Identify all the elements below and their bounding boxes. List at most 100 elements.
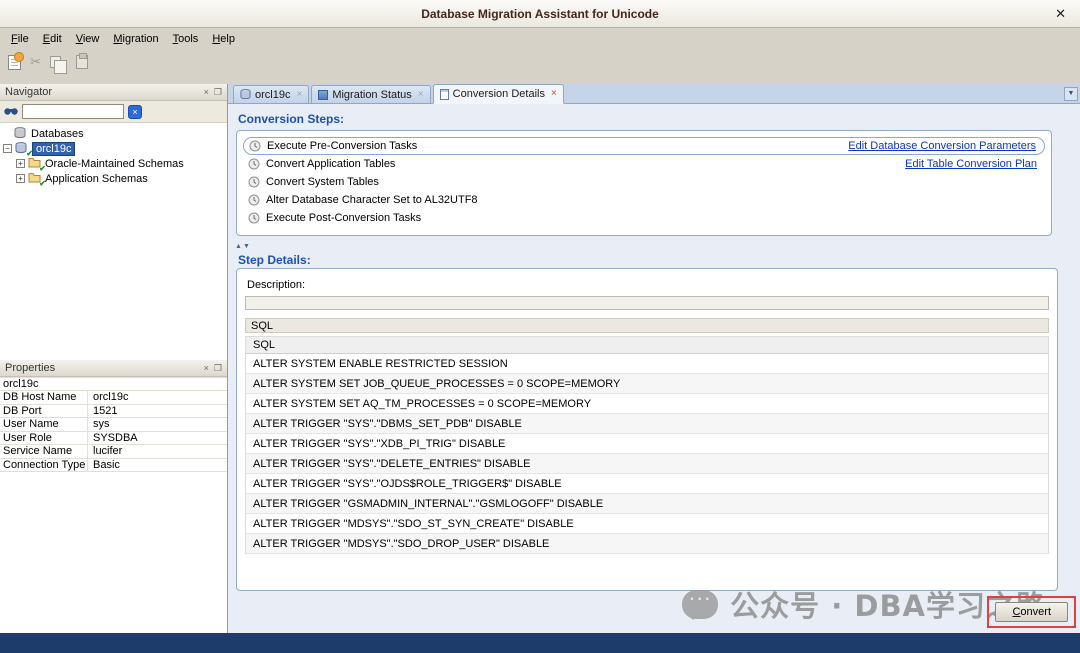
step-row-convert-system-tables[interactable]: Convert System Tables (243, 173, 1045, 191)
step-row-pre-conversion[interactable]: Execute Pre-Conversion Tasks Edit Databa… (243, 137, 1045, 155)
green-check-icon: ✔ (39, 179, 46, 188)
conversion-steps-box: Execute Pre-Conversion Tasks Edit Databa… (236, 130, 1052, 236)
sql-row[interactable]: ALTER SYSTEM SET AQ_TM_PROCESSES = 0 SCO… (246, 394, 1048, 414)
document-tab-icon (440, 89, 449, 100)
window-close-icon[interactable]: ✕ (1055, 6, 1066, 22)
step-label: Convert System Tables (266, 176, 379, 188)
step-row-convert-application-tables[interactable]: Convert Application Tables Edit Table Co… (243, 155, 1045, 173)
step-row-post-conversion[interactable]: Execute Post-Conversion Tasks (243, 209, 1045, 227)
tab-close-icon[interactable]: × (418, 90, 424, 100)
clear-search-icon[interactable]: × (128, 105, 142, 119)
menu-edit[interactable]: Edit (36, 31, 69, 47)
tree-node-oracle-schemas[interactable]: + ✔ Oracle-Maintained Schemas (0, 156, 227, 171)
property-value: 1521 (88, 405, 117, 417)
tab-close-icon[interactable]: × (296, 90, 302, 100)
property-label: DB Port (0, 405, 88, 418)
sql-table: SQL ALTER SYSTEM ENABLE RESTRICTED SESSI… (245, 336, 1049, 554)
description-input[interactable] (245, 296, 1049, 310)
sql-row[interactable]: ALTER TRIGGER "SYS"."XDB_PI_TRIG" DISABL… (246, 434, 1048, 454)
pending-clock-icon (248, 194, 260, 206)
navigator-restore-icon[interactable]: ❐ (214, 88, 222, 97)
pending-clock-icon (248, 212, 260, 224)
tree-node-orcl19c[interactable]: − ✔ orcl19c (0, 141, 227, 156)
sql-row[interactable]: ALTER SYSTEM ENABLE RESTRICTED SESSION (246, 354, 1048, 374)
sql-column-header[interactable]: SQL (246, 337, 1048, 354)
app-window: Database Migration Assistant for Unicode… (0, 0, 1080, 653)
cut-icon[interactable]: ✂ (30, 55, 41, 69)
property-row: User Role SYSDBA (0, 432, 227, 446)
menu-view[interactable]: View (69, 31, 107, 47)
tree-node-application-schemas[interactable]: + ✔ Application Schemas (0, 171, 227, 186)
properties-restore-icon[interactable]: ❐ (214, 364, 222, 373)
toolbar: ✂ (0, 49, 1080, 75)
tab-orcl19c[interactable]: orcl19c × (233, 85, 309, 103)
properties-header: Properties × ❐ (0, 360, 227, 377)
navigator-close-icon[interactable]: × (204, 88, 209, 97)
splitter-up-icon[interactable]: ▲ (235, 243, 243, 250)
sql-row[interactable]: ALTER TRIGGER "MDSYS"."SDO_ST_SYN_CREATE… (246, 514, 1048, 534)
step-details-box: Description: SQL SQL ALTER SYSTEM ENABLE… (236, 268, 1058, 591)
sql-row[interactable]: ALTER TRIGGER "SYS"."DBMS_SET_PDB" DISAB… (246, 414, 1048, 434)
properties-close-icon[interactable]: × (204, 364, 209, 373)
property-row: DB Port 1521 (0, 405, 227, 419)
tab-conversion-details[interactable]: Conversion Details × (433, 84, 564, 104)
property-label: Connection Type (0, 459, 88, 472)
main-area: orcl19c × Migration Status × Conversion … (228, 84, 1080, 633)
tree-node-label: Databases (31, 128, 84, 140)
collapse-icon[interactable]: − (3, 144, 12, 153)
conversion-steps-heading: Conversion Steps: (238, 112, 344, 126)
properties-table: orcl19c DB Host Name orcl19c DB Port 152… (0, 377, 227, 472)
property-label: DB Host Name (0, 391, 88, 404)
tab-close-icon[interactable]: × (551, 89, 557, 99)
tree-node-label: Application Schemas (45, 173, 148, 185)
navigator-search-input[interactable] (22, 104, 124, 119)
edit-db-conversion-parameters-link[interactable]: Edit Database Conversion Parameters (848, 140, 1036, 152)
step-row-alter-character-set[interactable]: Alter Database Character Set to AL32UTF8 (243, 191, 1045, 209)
tab-overflow-icon[interactable]: ▼ (1064, 87, 1078, 101)
menu-bar: File Edit View Migration Tools Help (0, 28, 1080, 49)
menu-tools[interactable]: Tools (166, 31, 206, 47)
copy-icon[interactable] (50, 56, 61, 68)
sql-row[interactable]: ALTER TRIGGER "GSMADMIN_INTERNAL"."GSMLO… (246, 494, 1048, 514)
step-label: Alter Database Character Set to AL32UTF8 (266, 194, 478, 206)
databases-icon (14, 127, 28, 140)
menu-migration[interactable]: Migration (106, 31, 165, 47)
expand-icon[interactable]: + (16, 174, 25, 183)
description-label: Description: (247, 279, 1049, 291)
edit-table-conversion-plan-link[interactable]: Edit Table Conversion Plan (905, 158, 1037, 170)
sql-row[interactable]: ALTER SYSTEM SET JOB_QUEUE_PROCESSES = 0… (246, 374, 1048, 394)
pending-clock-icon (249, 140, 261, 152)
property-row: Service Name lucifer (0, 445, 227, 459)
tab-label: orcl19c (255, 89, 290, 101)
database-icon: ✔ (15, 142, 29, 155)
sql-row[interactable]: ALTER TRIGGER "MDSYS"."SDO_DROP_USER" DI… (246, 534, 1048, 554)
menu-file[interactable]: File (4, 31, 36, 47)
property-value: Basic (88, 459, 120, 471)
sql-row[interactable]: ALTER TRIGGER "SYS"."OJDS$ROLE_TRIGGER$"… (246, 474, 1048, 494)
tab-label: Migration Status (332, 89, 411, 101)
property-row: User Name sys (0, 418, 227, 432)
tab-migration-status[interactable]: Migration Status × (311, 85, 430, 103)
window-title: Database Migration Assistant for Unicode (421, 7, 659, 21)
expand-icon[interactable]: + (16, 159, 25, 168)
sql-row[interactable]: ALTER TRIGGER "SYS"."DELETE_ENTRIES" DIS… (246, 454, 1048, 474)
left-panel-filler (0, 472, 227, 633)
step-label: Convert Application Tables (266, 158, 395, 170)
watermark-chat-icon (682, 590, 718, 619)
new-connection-icon[interactable] (8, 55, 21, 70)
convert-button[interactable]: Convert (995, 602, 1068, 622)
menu-help[interactable]: Help (205, 31, 242, 47)
tab-strip: orcl19c × Migration Status × Conversion … (228, 84, 1080, 104)
navigator-search-row: × (0, 101, 227, 123)
search-binoculars-icon (4, 107, 18, 116)
tree-node-databases[interactable]: Databases (0, 126, 227, 141)
property-label: Service Name (0, 445, 88, 458)
db-tab-icon (240, 89, 251, 100)
left-panel: Navigator × ❐ × Database (0, 84, 228, 633)
pending-clock-icon (248, 176, 260, 188)
paste-icon[interactable] (76, 55, 88, 69)
property-label: User Role (0, 432, 88, 445)
property-value: orcl19c (88, 391, 128, 403)
splitter-handle[interactable]: ▲▼ (235, 243, 251, 250)
splitter-down-icon[interactable]: ▼ (243, 243, 251, 250)
